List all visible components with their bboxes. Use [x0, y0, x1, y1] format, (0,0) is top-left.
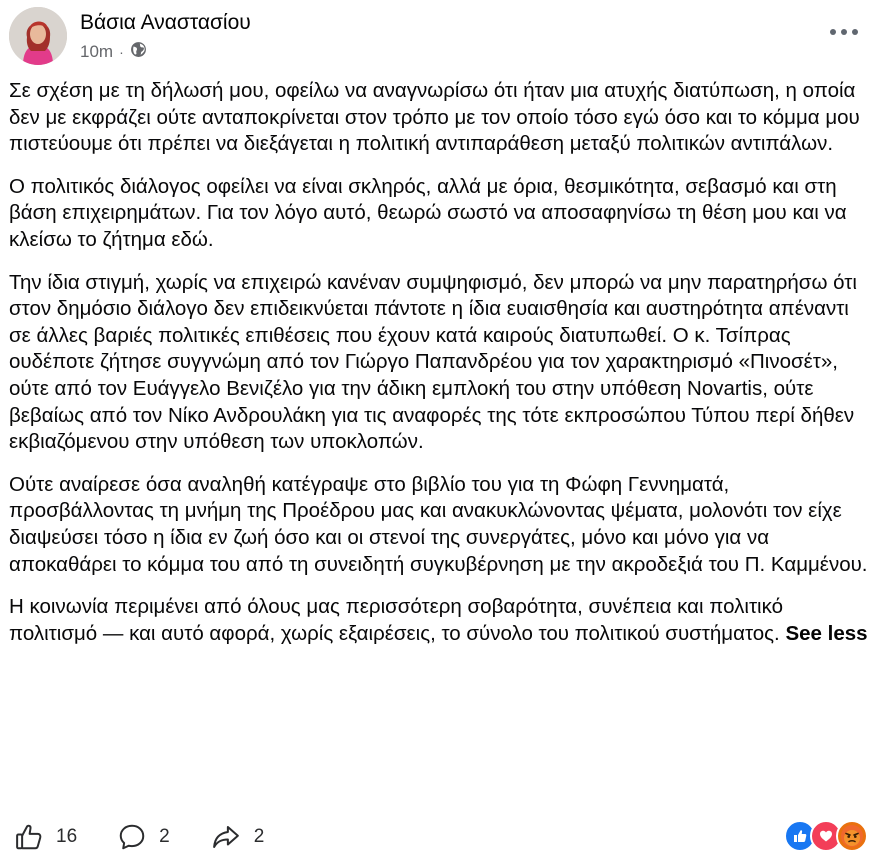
post-paragraph: Σε σχέση με τη δήλωσή μου, οφείλω να ανα…	[9, 79, 860, 156]
see-less-link[interactable]: See less	[785, 622, 867, 645]
more-dot-icon	[830, 29, 836, 35]
post-paragraph-last: Η κοινωνία περιμένει από όλους μας περισ…	[9, 594, 871, 647]
author-name[interactable]: Βάσια Αναστασίου	[80, 11, 251, 35]
globe-icon	[130, 41, 147, 63]
more-dot-icon	[852, 29, 858, 35]
post-meta: 10m ·	[80, 41, 147, 63]
like-button[interactable]: 16	[14, 822, 77, 852]
more-dot-icon	[841, 29, 847, 35]
comment-icon	[117, 822, 147, 852]
share-button[interactable]: 2	[210, 822, 265, 852]
avatar-portrait	[9, 7, 67, 65]
post-paragraph: Ο πολιτικός διάλογος οφείλει να είναι σκ…	[9, 174, 847, 251]
post-paragraph-text: Η κοινωνία περιμένει από όλους μας περισ…	[9, 595, 784, 645]
post-actions: 16 2 2	[14, 821, 264, 853]
post-paragraph: Ούτε αναίρεσε όσα αναληθή κατέγραψε στο …	[9, 472, 868, 576]
post-paragraph: Την ίδια στιγμή, χωρίς να επιχειρώ κανέν…	[9, 270, 857, 454]
comment-button[interactable]: 2	[117, 822, 170, 852]
share-icon	[210, 822, 242, 852]
more-options-button[interactable]	[824, 21, 864, 43]
reactions-summary[interactable]	[784, 818, 868, 854]
author-avatar[interactable]	[9, 7, 67, 65]
comment-count: 2	[159, 826, 170, 847]
share-count: 2	[253, 826, 265, 847]
post-time[interactable]: 10m	[80, 42, 113, 62]
post-header: Βάσια Αναστασίου 10m ·	[9, 7, 880, 69]
like-icon	[14, 822, 44, 852]
separator-dot: ·	[119, 44, 124, 60]
post-body: Σε σχέση με τη δήλωσή μου, οφείλω να ανα…	[9, 78, 871, 663]
like-count: 16	[56, 826, 78, 847]
angry-reaction-icon	[836, 820, 868, 852]
